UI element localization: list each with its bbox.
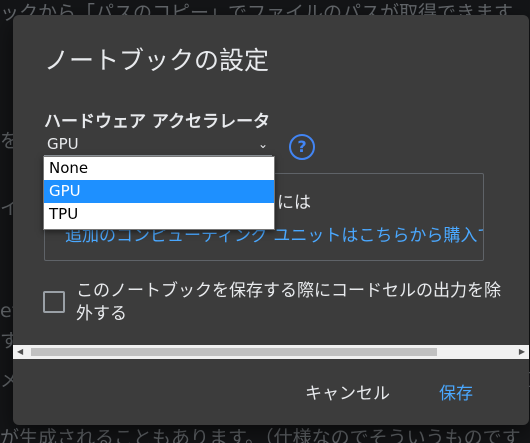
accelerator-label: ハードウェア アクセラレータ bbox=[44, 112, 271, 132]
accelerator-select-value: GPU bbox=[47, 135, 79, 153]
option-gpu[interactable]: GPU bbox=[44, 180, 274, 203]
save-button[interactable]: 保存 bbox=[439, 379, 473, 409]
dialog-title: ノートブックの設定 bbox=[44, 46, 270, 75]
accelerator-select[interactable]: GPU ⌄ bbox=[44, 133, 272, 156]
info-text: には bbox=[277, 193, 311, 213]
help-icon[interactable]: ? bbox=[289, 134, 315, 160]
accelerator-dropdown: None GPU TPU bbox=[43, 156, 275, 230]
horizontal-scrollbar[interactable]: ◀ ▶ bbox=[13, 345, 529, 359]
scroll-right-icon[interactable]: ▶ bbox=[519, 345, 525, 359]
cancel-button[interactable]: キャンセル bbox=[305, 379, 390, 409]
omit-output-checkbox[interactable] bbox=[43, 291, 65, 313]
chevron-down-icon: ⌄ bbox=[257, 137, 268, 151]
notebook-settings-dialog: ノートブックの設定 ハードウェア アクセラレータ GPU ⌄ ? には 追加のコ… bbox=[13, 15, 529, 425]
option-tpu[interactable]: TPU bbox=[44, 203, 274, 226]
option-none[interactable]: None bbox=[44, 157, 274, 180]
scroll-left-icon[interactable]: ◀ bbox=[17, 345, 23, 359]
omit-output-label: このノートブックを保存する際にコードセルの出力を除外する bbox=[76, 281, 501, 324]
scrollbar-thumb[interactable] bbox=[31, 348, 437, 356]
